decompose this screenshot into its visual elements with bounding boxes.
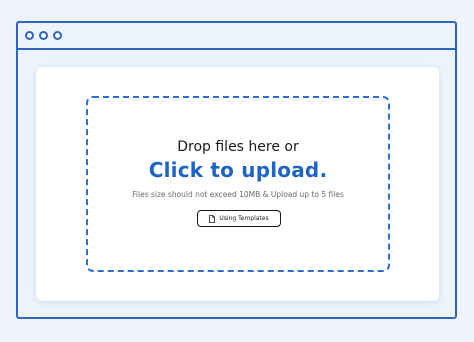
upload-card: Drop files here or Click to upload. File… bbox=[36, 67, 439, 301]
window-dot-icon bbox=[39, 31, 48, 40]
using-templates-button[interactable]: Using Templates bbox=[197, 210, 281, 227]
upload-limits-hint: Files size should not exceed 10MB & Uplo… bbox=[132, 190, 344, 199]
using-templates-label: Using Templates bbox=[219, 215, 269, 222]
click-to-upload-link[interactable]: Click to upload. bbox=[88, 158, 388, 182]
file-dropzone[interactable]: Drop files here or Click to upload. File… bbox=[86, 96, 390, 272]
window-dot-icon bbox=[25, 31, 34, 40]
window-dot-icon bbox=[53, 31, 62, 40]
window-titlebar bbox=[18, 23, 455, 50]
drop-files-text: Drop files here or bbox=[177, 139, 299, 155]
browser-window: Drop files here or Click to upload. File… bbox=[16, 21, 457, 319]
file-icon bbox=[209, 214, 216, 223]
